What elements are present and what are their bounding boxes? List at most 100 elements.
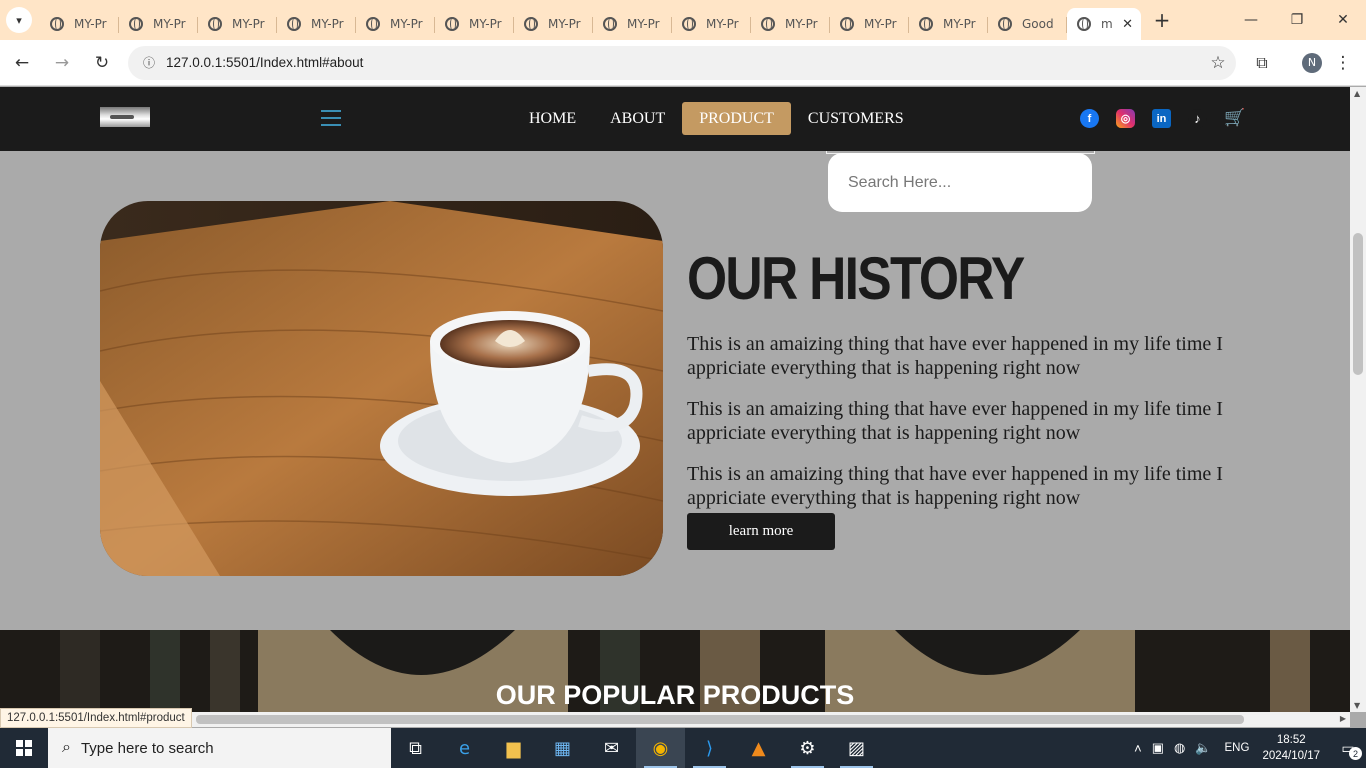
photos-icon[interactable]: ▨: [832, 728, 881, 768]
arrow-left-icon: ←: [14, 52, 30, 73]
tiktok-icon[interactable]: ♪: [1188, 109, 1207, 128]
scroll-thumb[interactable]: [1353, 233, 1363, 375]
window-controls: — ❐ ✕: [1228, 0, 1366, 40]
bookmark-star-icon[interactable]: ☆: [1200, 53, 1236, 73]
scroll-thumb[interactable]: [196, 715, 1244, 724]
browser-tab[interactable]: MY-Pr: [356, 8, 435, 40]
browser-tab[interactable]: MY-Pr: [672, 8, 751, 40]
new-tab-button[interactable]: +: [1147, 8, 1177, 32]
tab-title: MY-Pr: [390, 17, 423, 31]
browser-tab[interactable]: MY-Pr: [751, 8, 830, 40]
back-button[interactable]: ←: [4, 45, 40, 81]
horizontal-scrollbar[interactable]: ▶: [0, 712, 1350, 727]
cart-icon[interactable]: 🛒: [1224, 109, 1246, 128]
nav-product[interactable]: PRODUCT: [682, 102, 791, 135]
arrow-right-icon: →: [54, 52, 70, 73]
extensions-button[interactable]: ⧉: [1242, 45, 1282, 81]
file-explorer-icon[interactable]: ▆: [489, 728, 538, 768]
url-text[interactable]: 127.0.0.1:5501/Index.html#about: [166, 55, 1200, 70]
nav-about[interactable]: ABOUT: [593, 102, 682, 135]
globe-icon: [1077, 17, 1091, 31]
browser-tab[interactable]: MY-Pr: [593, 8, 672, 40]
vscode-icon[interactable]: ⟩: [685, 728, 734, 768]
tab-title: MY-Pr: [627, 17, 660, 31]
tab-title: MY-Pr: [153, 17, 186, 31]
browser-tab[interactable]: MY-Pr: [435, 8, 514, 40]
more-vert-icon: ⋮: [1334, 52, 1352, 73]
tab-title: MY-Pr: [469, 17, 502, 31]
browser-tab-strip: ▾ MY-Pr MY-Pr MY-Pr MY-Pr MY-Pr MY-Pr MY…: [0, 0, 1366, 40]
nav-home[interactable]: HOME: [512, 102, 593, 135]
tab-title: m: [1101, 17, 1113, 31]
close-window-button[interactable]: ✕: [1320, 0, 1366, 40]
browser-tab[interactable]: MY-Pr: [277, 8, 356, 40]
profile-avatar[interactable]: N: [1302, 52, 1322, 73]
globe-icon: [840, 17, 854, 31]
globe-icon: [998, 17, 1012, 31]
browser-tab[interactable]: Good: [988, 8, 1067, 40]
chrome-icon[interactable]: ◉: [636, 728, 685, 768]
forward-button[interactable]: →: [44, 45, 80, 81]
coffee-cup-image: [100, 201, 663, 576]
notifications-button[interactable]: ▭ 2: [1330, 728, 1366, 768]
plus-icon: +: [1153, 8, 1171, 32]
reload-button[interactable]: ↻: [84, 45, 120, 81]
language-indicator[interactable]: ENG: [1225, 742, 1250, 754]
notification-count: 2: [1349, 747, 1362, 760]
browser-tab[interactable]: MY-Pr: [830, 8, 909, 40]
taskbar-search[interactable]: ⌕ Type here to search: [48, 728, 391, 768]
chevron-down-icon: ▾: [16, 13, 22, 27]
history-paragraph: This is an amaizing thing that have ever…: [687, 333, 1223, 379]
vertical-scrollbar[interactable]: ▲ ▼: [1350, 87, 1366, 712]
search-input[interactable]: Search Here...: [828, 153, 1092, 212]
browser-tab[interactable]: MY-Pr: [198, 8, 277, 40]
restore-button[interactable]: ❐: [1274, 0, 1320, 40]
browser-tab[interactable]: MY-Pr: [40, 8, 119, 40]
network-icon[interactable]: ▣: [1152, 740, 1164, 756]
globe-icon: [50, 17, 64, 31]
task-view-icon[interactable]: ⧉: [391, 728, 440, 768]
chevron-up-icon[interactable]: ˄: [1134, 741, 1142, 756]
settings-icon[interactable]: ⚙: [783, 728, 832, 768]
learn-more-button[interactable]: learn more: [687, 513, 835, 550]
mail-icon[interactable]: ✉: [587, 728, 636, 768]
globe-icon: [524, 17, 538, 31]
site-logo[interactable]: [100, 107, 150, 127]
tab-title: MY-Pr: [74, 17, 107, 31]
site-info-icon[interactable]: ⓘ: [138, 52, 160, 74]
clock-time: 18:52: [1276, 734, 1306, 746]
browser-tab[interactable]: MY-Pr: [119, 8, 198, 40]
globe-icon: [761, 17, 775, 31]
scroll-down-icon[interactable]: ▼: [1354, 701, 1360, 710]
address-bar[interactable]: ⓘ 127.0.0.1:5501/Index.html#about ☆: [128, 45, 1236, 80]
globe-icon: [208, 17, 222, 31]
browser-tab-active[interactable]: m ✕: [1067, 8, 1141, 40]
history-paragraph: This is an amaizing thing that have ever…: [687, 398, 1223, 444]
globe-icon[interactable]: ◍: [1174, 740, 1185, 756]
globe-icon: [603, 17, 617, 31]
vlc-icon[interactable]: ▲: [734, 728, 783, 768]
browser-tab[interactable]: MY-Pr: [514, 8, 593, 40]
tab-title: MY-Pr: [943, 17, 976, 31]
instagram-icon[interactable]: ◎: [1116, 109, 1135, 128]
store-icon[interactable]: ▦: [538, 728, 587, 768]
tab-search-button[interactable]: ▾: [6, 7, 32, 33]
start-button[interactable]: [0, 728, 48, 768]
scroll-up-icon[interactable]: ▲: [1354, 89, 1360, 98]
browser-menu-button[interactable]: ⋮: [1328, 53, 1358, 73]
edge-icon[interactable]: e: [440, 728, 489, 768]
nav-customers[interactable]: CUSTOMERS: [791, 102, 921, 135]
close-icon[interactable]: ✕: [1122, 17, 1133, 32]
hamburger-menu-icon[interactable]: [321, 110, 341, 126]
facebook-icon[interactable]: f: [1080, 109, 1099, 128]
history-title: OUR HISTORY: [687, 245, 1025, 312]
linkedin-icon[interactable]: in: [1152, 109, 1171, 128]
volume-icon[interactable]: 🔈: [1195, 740, 1211, 756]
windows-logo-icon: [16, 740, 32, 756]
minimize-button[interactable]: —: [1228, 0, 1274, 40]
scroll-right-icon[interactable]: ▶: [1340, 714, 1346, 723]
history-paragraph: This is an amaizing thing that have ever…: [687, 463, 1223, 509]
clock[interactable]: 18:52 2024/10/17: [1262, 732, 1320, 764]
tab-title: MY-Pr: [548, 17, 581, 31]
browser-tab[interactable]: MY-Pr: [909, 8, 988, 40]
